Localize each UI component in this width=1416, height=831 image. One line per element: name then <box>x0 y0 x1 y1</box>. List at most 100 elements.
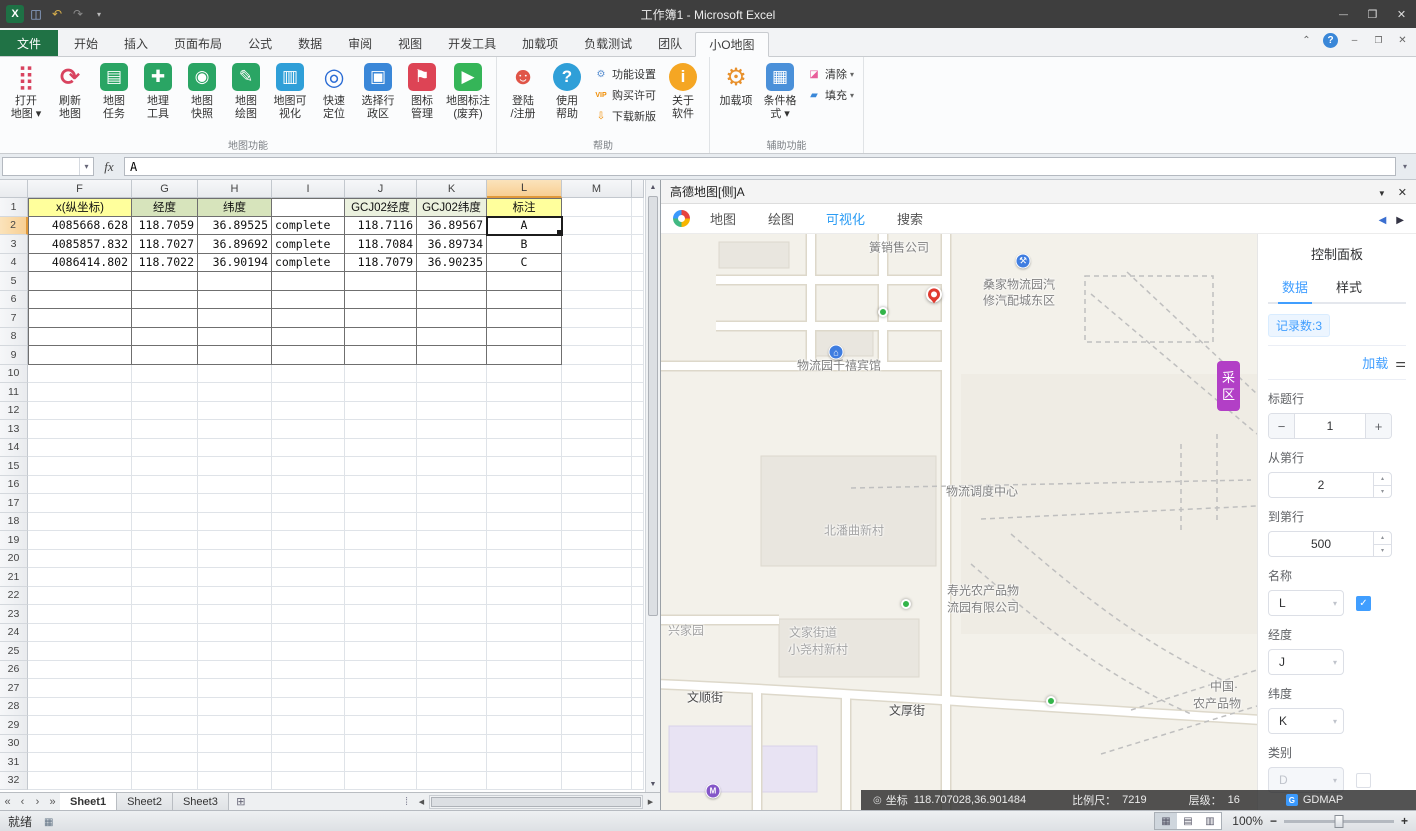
cell-N7[interactable] <box>632 309 644 328</box>
cell-G9[interactable] <box>132 346 198 365</box>
insert-worksheet-icon[interactable] <box>229 793 253 810</box>
cell-N31[interactable] <box>632 753 644 772</box>
cell-K6[interactable] <box>417 290 487 309</box>
cell-F6[interactable] <box>28 290 132 309</box>
cell-F25[interactable] <box>28 642 132 661</box>
cell-F32[interactable] <box>28 771 132 790</box>
cell-M16[interactable] <box>562 475 632 494</box>
cell-I15[interactable] <box>272 457 345 476</box>
map-menu-0[interactable]: 地图 <box>710 209 736 228</box>
horizontal-scroll-track[interactable] <box>429 794 643 809</box>
stepper-minus-button[interactable]: − <box>1269 414 1295 438</box>
cell-M12[interactable] <box>562 401 632 420</box>
formula-input[interactable]: A <box>124 157 1396 176</box>
cell-M15[interactable] <box>562 457 632 476</box>
row-header-21[interactable]: 21 <box>0 568 28 587</box>
cell-I14[interactable] <box>272 438 345 457</box>
cell-F26[interactable] <box>28 660 132 679</box>
cell-G1[interactable]: 经度 <box>132 198 198 217</box>
ribbon-button-addins[interactable]: ⚙ 加载项 <box>714 60 758 111</box>
map-marker-record-dot[interactable] <box>901 599 911 609</box>
cell-G3[interactable]: 118.7027 <box>132 235 198 254</box>
spin-down-icon[interactable]: ▾ <box>1374 545 1391 557</box>
cell-N2[interactable] <box>632 216 644 235</box>
cell-I19[interactable] <box>272 531 345 550</box>
macro-record-icon[interactable] <box>44 814 53 828</box>
ribbon-tab-4[interactable]: 公式 <box>235 31 285 56</box>
cell-N11[interactable] <box>632 383 644 402</box>
cell-L22[interactable] <box>487 586 562 605</box>
cell-N4[interactable] <box>632 253 644 272</box>
cell-H14[interactable] <box>198 438 272 457</box>
cell-L25[interactable] <box>487 642 562 661</box>
ribbon-button-geo-tools[interactable]: ✚ 地理 工具 <box>136 60 180 124</box>
cell-L15[interactable] <box>487 457 562 476</box>
cell-M28[interactable] <box>562 697 632 716</box>
cell-M22[interactable] <box>562 586 632 605</box>
row-header-24[interactable]: 24 <box>0 623 28 642</box>
cell-J5[interactable] <box>345 272 417 291</box>
cell-H2[interactable]: 36.89525 <box>198 216 272 235</box>
cell-M5[interactable] <box>562 272 632 291</box>
cell-K25[interactable] <box>417 642 487 661</box>
cell-J4[interactable]: 118.7079 <box>345 253 417 272</box>
cell-N21[interactable] <box>632 568 644 587</box>
cell-L6[interactable] <box>487 290 562 309</box>
sheet-tab-Sheet1[interactable]: Sheet1 <box>60 793 118 810</box>
cell-L29[interactable] <box>487 716 562 735</box>
cell-K19[interactable] <box>417 531 487 550</box>
cell-F23[interactable] <box>28 605 132 624</box>
cell-L21[interactable] <box>487 568 562 587</box>
cell-I7[interactable] <box>272 309 345 328</box>
vertical-scroll-thumb[interactable] <box>648 196 658 616</box>
ribbon-button-map-task[interactable]: ▤ 地图 任务 <box>92 60 136 124</box>
cell-H28[interactable] <box>198 697 272 716</box>
cell-J29[interactable] <box>345 716 417 735</box>
map-marker-record-dot[interactable] <box>878 307 888 317</box>
ribbon-button-about[interactable]: i 关于 软件 <box>661 60 705 124</box>
cell-H5[interactable] <box>198 272 272 291</box>
workbook-close-icon[interactable] <box>1395 33 1410 48</box>
cell-G6[interactable] <box>132 290 198 309</box>
expand-formula-bar-icon[interactable] <box>1396 162 1414 171</box>
cell-M14[interactable] <box>562 438 632 457</box>
ribbon-button-cond-format[interactable]: ▦ 条件格式 ▾ <box>758 60 802 124</box>
cell-F5[interactable] <box>28 272 132 291</box>
cell-L7[interactable] <box>487 309 562 328</box>
cell-H26[interactable] <box>198 660 272 679</box>
cell-K27[interactable] <box>417 679 487 698</box>
cell-J18[interactable] <box>345 512 417 531</box>
cell-N14[interactable] <box>632 438 644 457</box>
name-box[interactable] <box>2 157 94 176</box>
cell-G26[interactable] <box>132 660 198 679</box>
cell-F11[interactable] <box>28 383 132 402</box>
collapse-ribbon-icon[interactable] <box>1299 33 1314 48</box>
cell-K21[interactable] <box>417 568 487 587</box>
cell-J13[interactable] <box>345 420 417 439</box>
row-header-31[interactable]: 31 <box>0 753 28 772</box>
cell-K26[interactable] <box>417 660 487 679</box>
cell-N19[interactable] <box>632 531 644 550</box>
stepper-plus-button[interactable]: + <box>1365 414 1391 438</box>
cell-I12[interactable] <box>272 401 345 420</box>
cell-L19[interactable] <box>487 531 562 550</box>
cell-F19[interactable] <box>28 531 132 550</box>
cell-N15[interactable] <box>632 457 644 476</box>
cell-H19[interactable] <box>198 531 272 550</box>
tab-split-handle[interactable] <box>399 796 414 808</box>
cell-F16[interactable] <box>28 475 132 494</box>
insert-function-button[interactable]: fx <box>94 159 124 175</box>
row-header-28[interactable]: 28 <box>0 697 28 716</box>
row-header-27[interactable]: 27 <box>0 679 28 698</box>
cell-L5[interactable] <box>487 272 562 291</box>
ribbon-button-quick-locate[interactable]: ◎ 快速 定位 <box>312 60 356 124</box>
row-header-7[interactable]: 7 <box>0 309 28 328</box>
cell-L24[interactable] <box>487 623 562 642</box>
cell-F15[interactable] <box>28 457 132 476</box>
panel-next-icon[interactable] <box>1396 210 1404 228</box>
cell-F28[interactable] <box>28 697 132 716</box>
cell-J25[interactable] <box>345 642 417 661</box>
first-sheet-icon[interactable] <box>0 793 15 810</box>
zoom-out-icon[interactable] <box>1270 814 1277 828</box>
excel-help-icon[interactable] <box>1323 33 1338 48</box>
